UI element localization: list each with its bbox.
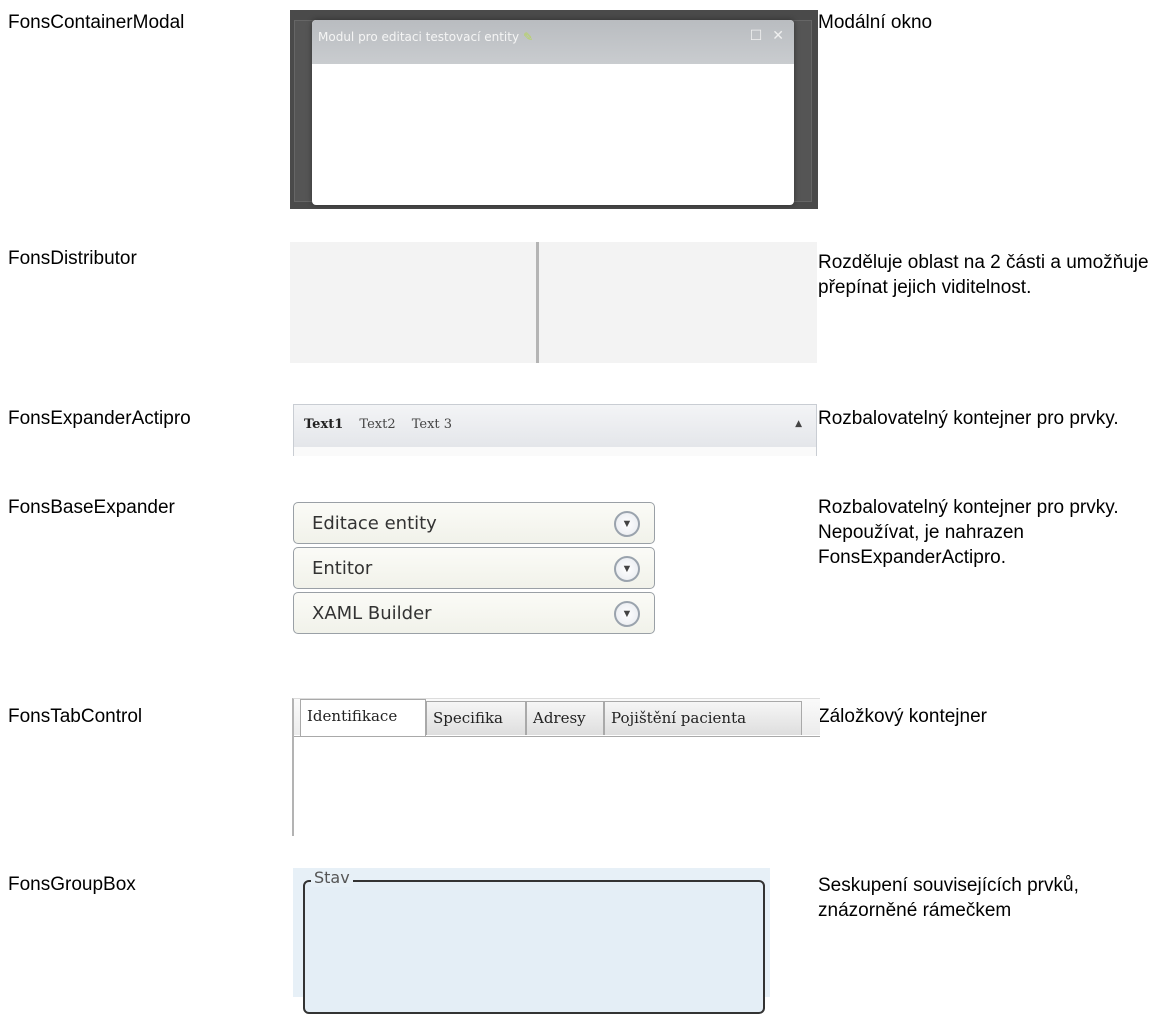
component-description: Modální okno	[818, 12, 933, 33]
component-description: Záložkový kontejner	[818, 706, 987, 727]
tab-control-preview: Identifikace Specifika Adresy Pojištění …	[292, 698, 820, 836]
component-description: Rozbalovatelný kontejner pro prvky.	[818, 408, 1119, 429]
modal-titlebar[interactable]: Modul pro editaci testovací entity ✎ ☐ ✕	[312, 20, 794, 64]
expander-tab[interactable]: Text 3	[412, 417, 452, 432]
tab-adresy[interactable]: Adresy	[526, 701, 604, 735]
component-name: FonsDistributor	[8, 248, 137, 269]
modal-window[interactable]: Modul pro editaci testovací entity ✎ ☐ ✕	[312, 20, 794, 205]
actipro-expander-preview: Text1 Text2 Text 3 ▲	[293, 404, 817, 456]
tab-specifika[interactable]: Specifika	[426, 701, 526, 735]
expander-label: XAML Builder	[312, 603, 432, 624]
component-name: FonsExpanderActipro	[8, 408, 191, 429]
close-icon[interactable]: ✕	[772, 28, 784, 44]
expander-label: Editace entity	[312, 513, 437, 534]
group-box-legend: Stav	[311, 868, 353, 887]
component-name: FonsTabControl	[8, 706, 143, 727]
component-description: Rozděluje oblast na 2 části a umožňuje p…	[818, 252, 1149, 298]
chevron-down-icon[interactable]: ▼	[614, 511, 640, 537]
chevron-down-icon[interactable]: ▼	[614, 601, 640, 627]
chevron-down-icon[interactable]: ▼	[614, 556, 640, 582]
distributor-preview	[290, 242, 817, 363]
tab-identifikace[interactable]: Identifikace	[300, 699, 426, 737]
base-expander[interactable]: XAML Builder ▼	[293, 592, 655, 634]
tab-content	[294, 736, 820, 836]
base-expander[interactable]: Editace entity ▼	[293, 502, 655, 544]
tab-strip: Identifikace Specifika Adresy Pojištění …	[294, 699, 820, 737]
expander-label: Entitor	[312, 558, 373, 579]
component-name: FonsGroupBox	[8, 874, 136, 895]
component-description: Rozbalovatelný kontejner pro prvky. Nepo…	[818, 497, 1119, 568]
component-description: Seskupení souvisejících prvků, znázorněn…	[818, 875, 1079, 921]
component-name: FonsContainerModal	[8, 12, 185, 33]
tab-pojisteni-pacienta[interactable]: Pojištění pacienta	[604, 701, 802, 735]
base-expander[interactable]: Entitor ▼	[293, 547, 655, 589]
expander-tab[interactable]: Text1	[304, 417, 343, 432]
pencil-icon: ✎	[523, 30, 534, 44]
expander-tab[interactable]: Text2	[359, 417, 395, 432]
collapse-up-icon[interactable]: ▲	[795, 419, 802, 429]
group-box-frame	[303, 880, 765, 1014]
maximize-icon[interactable]: ☐	[750, 28, 763, 44]
component-name: FonsBaseExpander	[8, 497, 175, 518]
modal-preview: Modul pro editaci testovací entity ✎ ☐ ✕	[290, 10, 818, 209]
splitter-handle[interactable]	[536, 242, 539, 363]
group-box-preview: Stav	[293, 868, 770, 1014]
modal-title: Modul pro editaci testovací entity	[318, 30, 520, 44]
expander-header-tabs: Text1 Text2 Text 3	[304, 417, 464, 432]
